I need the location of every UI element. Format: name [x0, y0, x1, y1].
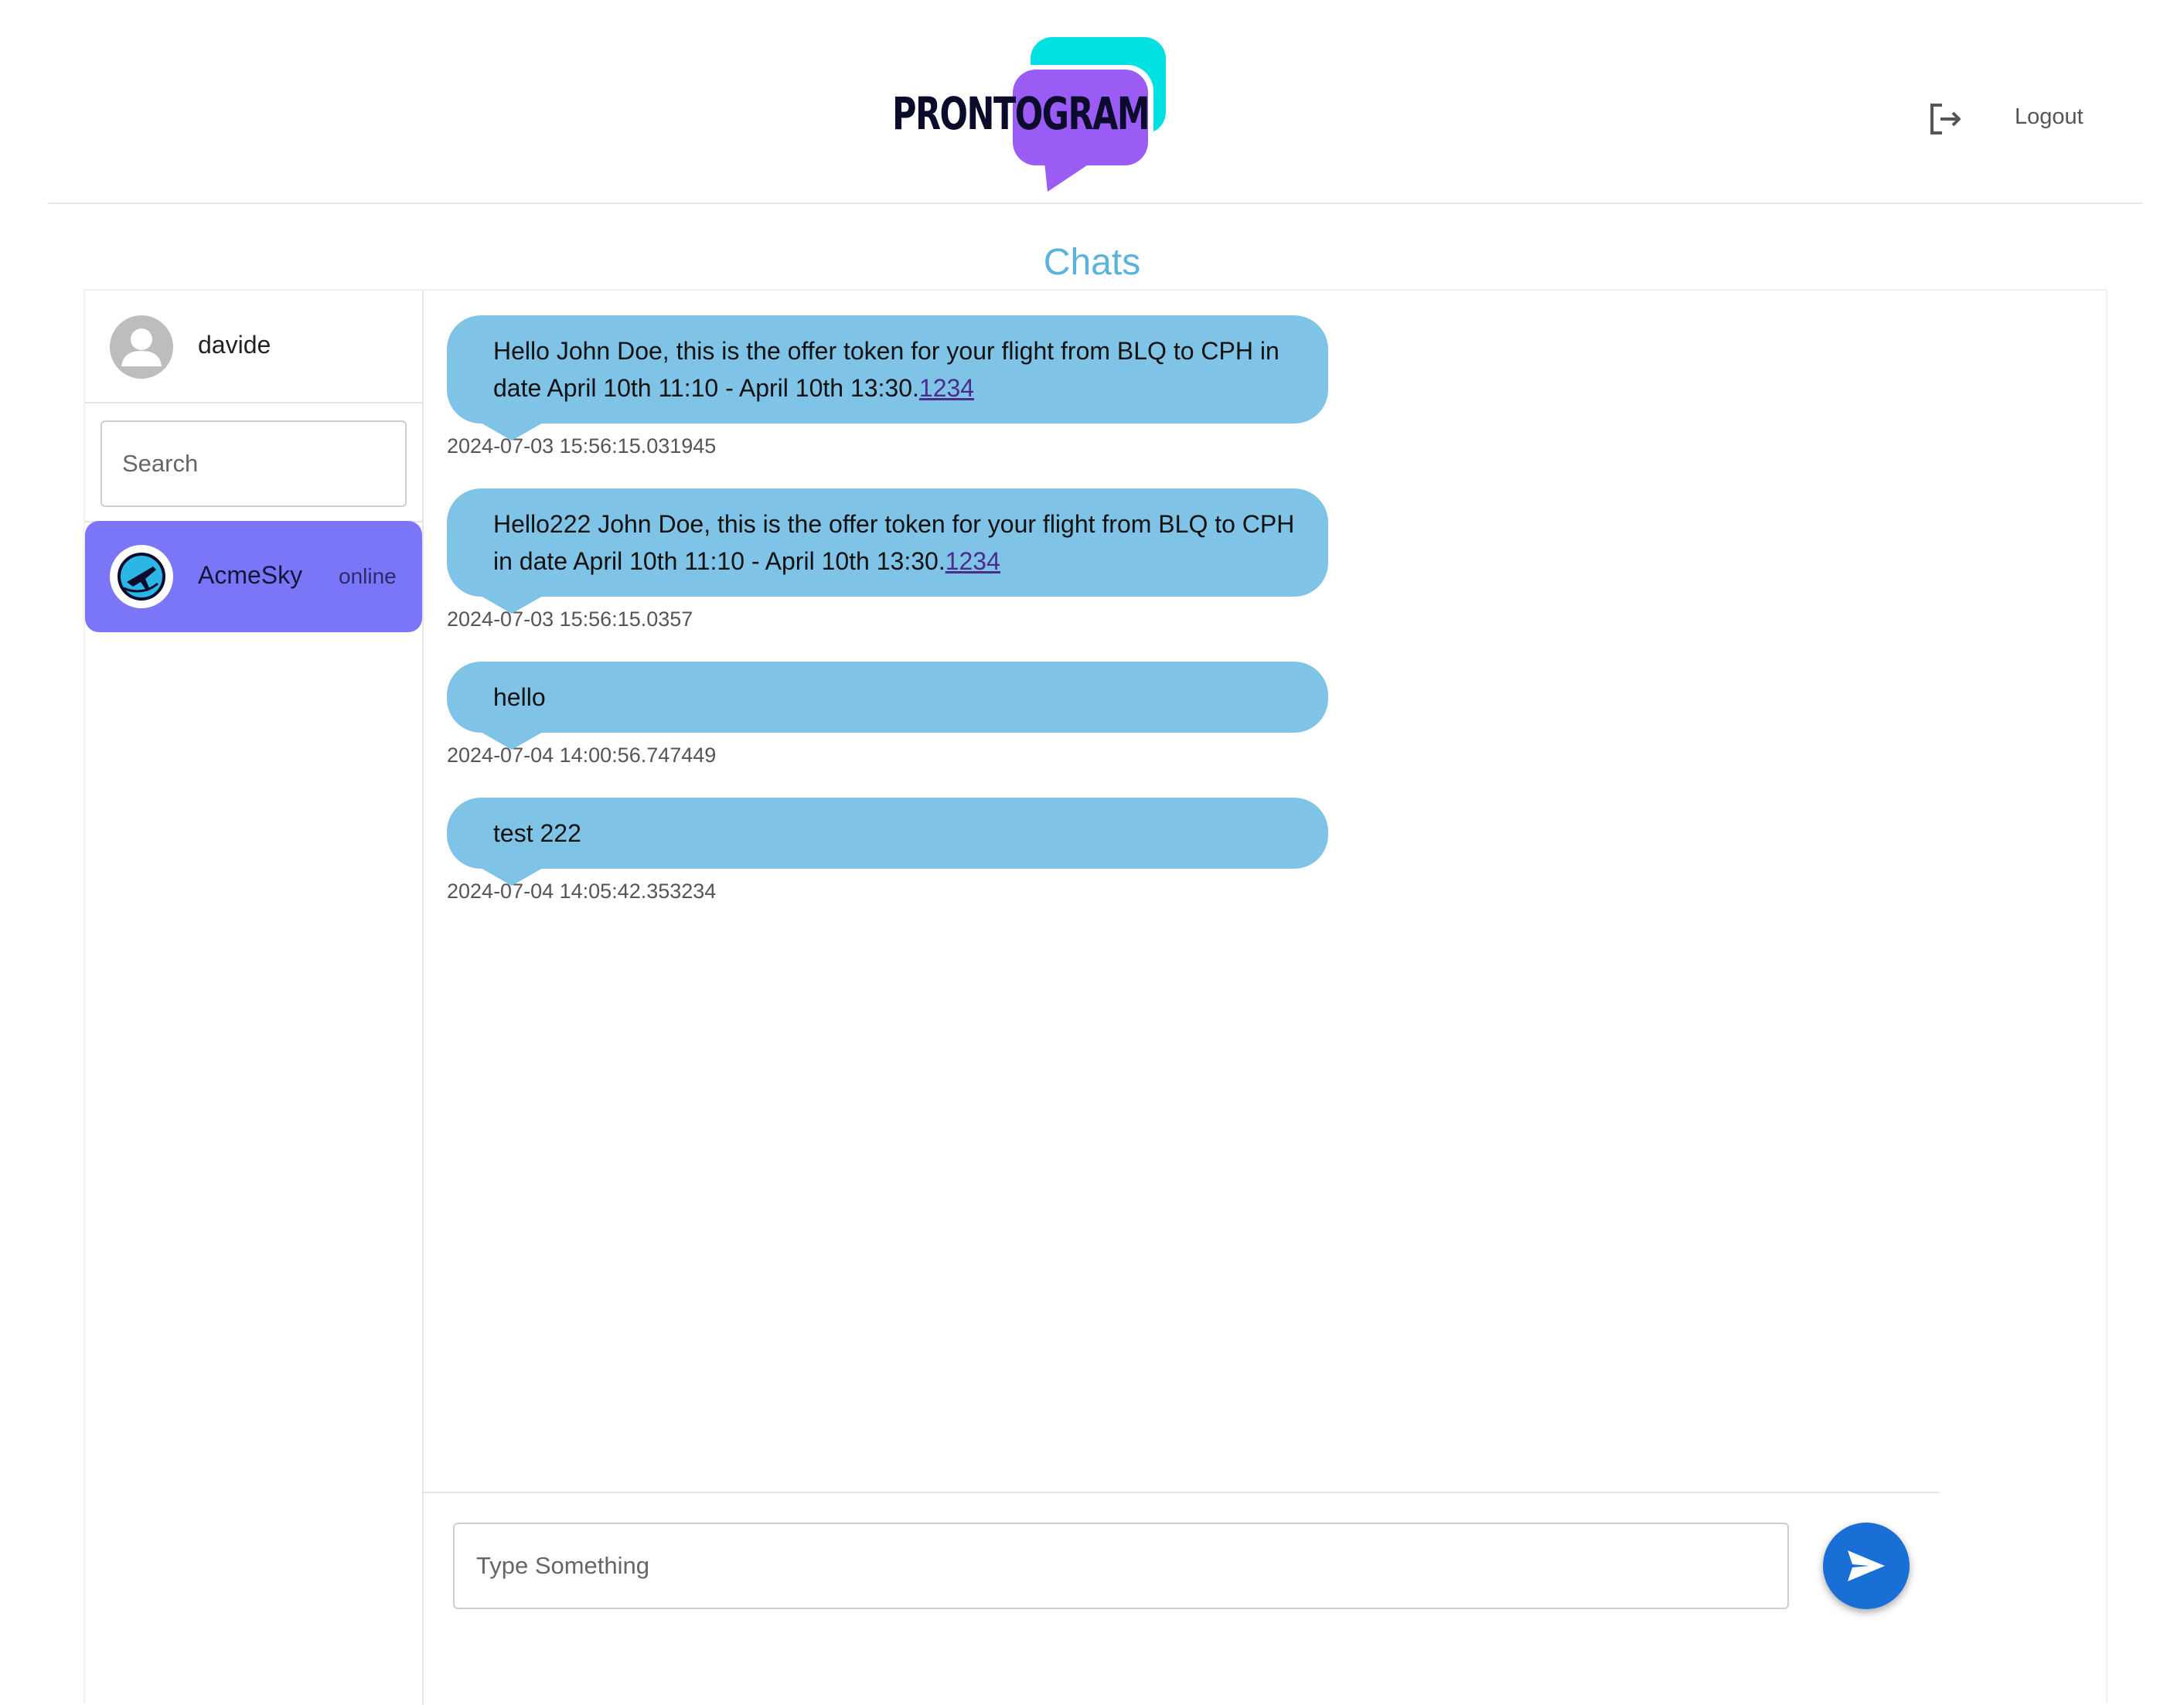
current-user: davide [85, 291, 422, 403]
message-bubble: test 222 [447, 798, 1328, 886]
message-timestamp: 2024-07-04 14:05:42.353234 [447, 880, 717, 903]
message-item: hello 2024-07-04 14:00:56.747449 [447, 662, 1328, 767]
message-bubble: Hello222 John Doe, this is the offer tok… [447, 488, 1328, 614]
message-item: test 222 2024-07-04 14:05:42.353234 [447, 798, 1328, 904]
composer-divider [424, 1492, 1939, 1493]
sidebar: davide AcmeSky online [85, 291, 424, 1705]
message-text: hello [493, 683, 546, 711]
send-icon [1848, 1550, 1885, 1581]
contact-status: online [339, 564, 397, 588]
contact-name: AcmeSky [198, 561, 303, 589]
plane-logo-icon [110, 545, 173, 608]
page-title: Chats [1043, 242, 1141, 283]
offer-token-link[interactable]: 1234 [919, 374, 974, 402]
message-timestamp: 2024-07-04 14:00:56.747449 [447, 744, 717, 767]
message-text: Hello John Doe, this is the offer token … [493, 337, 1279, 402]
search-area [85, 405, 422, 522]
message-bubble: Hello John Doe, this is the offer token … [447, 315, 1328, 441]
message-input[interactable] [453, 1523, 1789, 1609]
prontogram-logo: PRONTOGRAM [889, 31, 1175, 193]
message-text: Hello222 John Doe, this is the offer tok… [493, 510, 1295, 575]
current-user-name: davide [198, 331, 271, 359]
message-item: Hello John Doe, this is the offer token … [447, 315, 1328, 458]
message-bubble: hello [447, 662, 1328, 750]
logout-button[interactable]: Logout [2015, 104, 2083, 130]
chat-panel: davide AcmeSky online Hello John Doe, th… [83, 289, 2107, 1705]
message-timestamp: 2024-07-03 15:56:15.031945 [447, 434, 717, 458]
person-icon [110, 315, 173, 379]
header-divider [48, 202, 2143, 204]
offer-token-link[interactable]: 1234 [945, 547, 1000, 575]
message-item: Hello222 John Doe, this is the offer tok… [447, 488, 1328, 631]
message-text: test 222 [493, 819, 581, 847]
message-timestamp: 2024-07-03 15:56:15.0357 [447, 607, 693, 631]
app-header: PRONTOGRAM Logout [0, 0, 2184, 203]
logo-wordmark: PRONTOGRAM [892, 87, 1150, 140]
contact-item-acmesky[interactable]: AcmeSky online [85, 521, 422, 632]
logout-icon[interactable] [1927, 100, 1964, 138]
send-button[interactable] [1823, 1523, 1910, 1609]
search-input[interactable] [101, 420, 407, 507]
